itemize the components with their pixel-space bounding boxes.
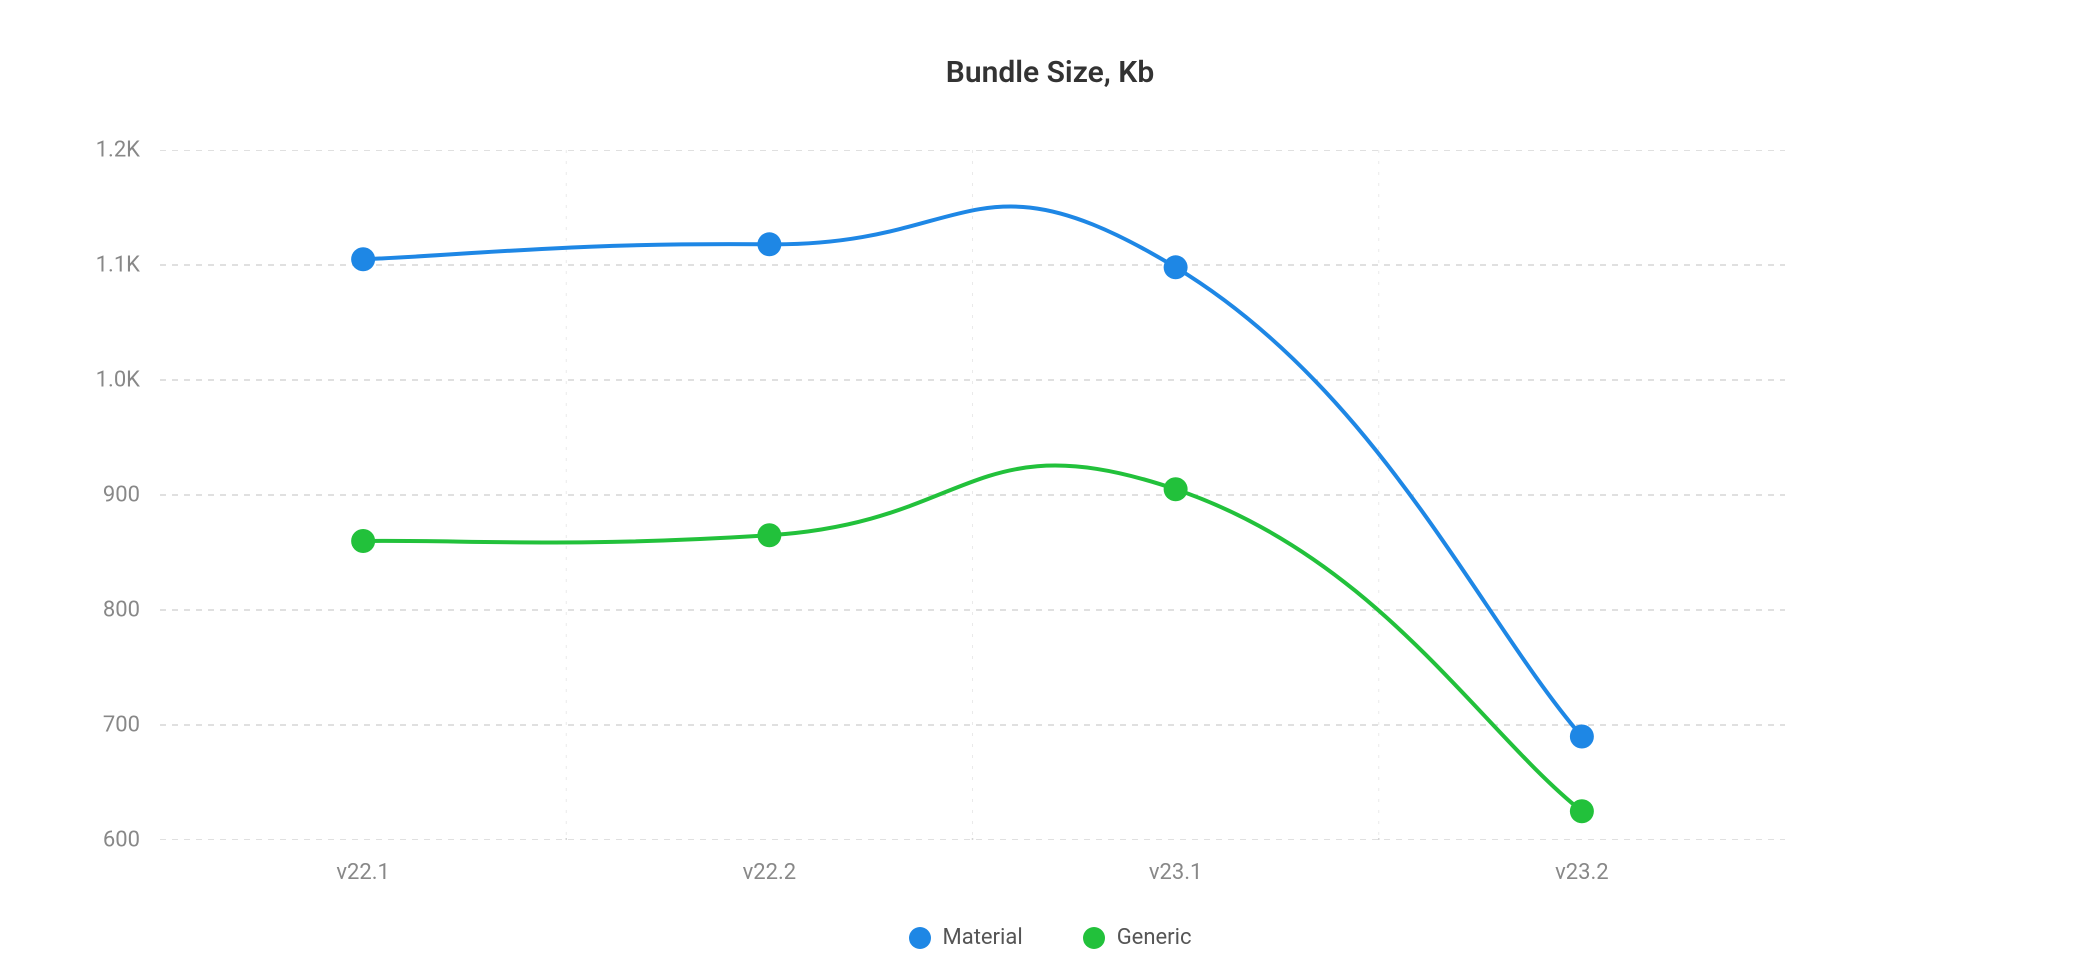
legend-label-generic: Generic [1117,925,1192,950]
y-tick-label: 1.0K [70,368,140,393]
y-tick-label: 900 [70,483,140,508]
y-tick-label: 1.1K [70,253,140,278]
data-point[interactable] [1164,255,1188,279]
series-line [363,466,1582,812]
data-point[interactable] [757,523,781,547]
legend-dot-material [909,927,931,949]
y-tick-label: 1.2K [70,138,140,163]
chart-svg [160,150,1785,840]
chart-title: Bundle Size, Kb [0,0,2100,90]
legend-dot-generic [1083,927,1105,949]
data-point[interactable] [1164,477,1188,501]
plot-area [160,150,1785,840]
data-point[interactable] [351,529,375,553]
y-tick-label: 800 [70,598,140,623]
x-tick-label: v23.2 [1555,860,1609,885]
legend-item-generic[interactable]: Generic [1083,925,1192,950]
data-point[interactable] [1570,799,1594,823]
x-tick-label: v22.2 [743,860,797,885]
data-point[interactable] [351,247,375,271]
x-tick-label: v23.1 [1149,860,1203,885]
data-point[interactable] [757,232,781,256]
y-tick-label: 700 [70,713,140,738]
y-tick-label: 600 [70,828,140,853]
x-tick-label: v22.1 [336,860,390,885]
legend-item-material[interactable]: Material [909,925,1023,950]
data-point[interactable] [1570,725,1594,749]
legend: Material Generic [0,925,2100,950]
legend-label-material: Material [943,925,1023,950]
chart-container: Bundle Size, Kb Material Generic 600 700 8… [0,0,2100,980]
